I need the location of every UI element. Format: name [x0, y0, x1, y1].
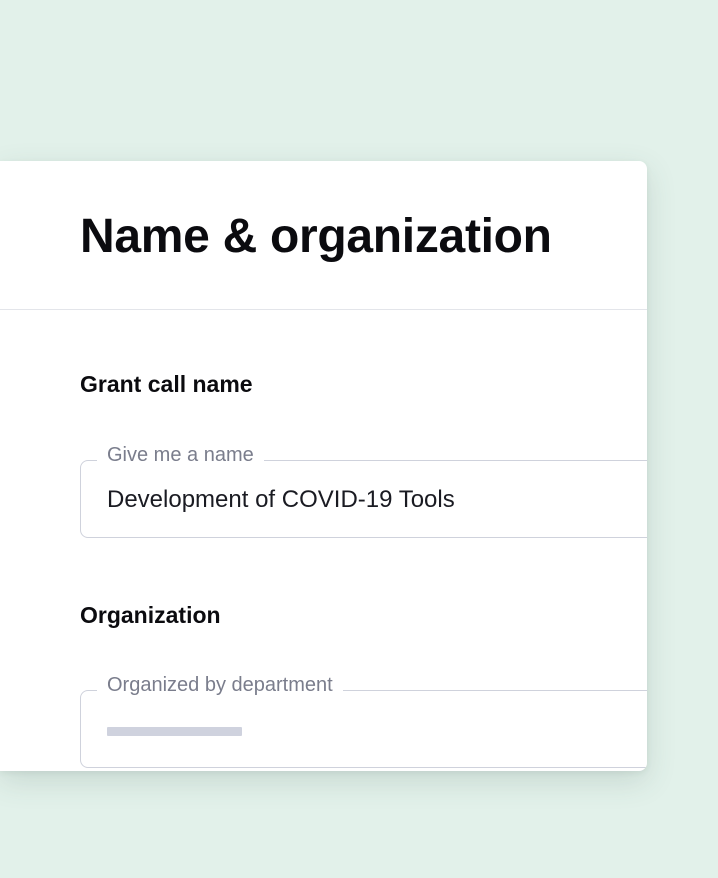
page-title: Name & organization — [80, 210, 552, 263]
card-header: Name & organization — [0, 161, 647, 310]
grant-call-name-field-label: Give me a name — [97, 441, 264, 469]
form-card: Name & organization Grant call name Give… — [0, 161, 647, 771]
grant-call-name-field[interactable]: Give me a name Development of COVID-19 T… — [80, 441, 647, 538]
organization-field[interactable]: Organized by department — [80, 671, 647, 768]
grant-call-name-value[interactable]: Development of COVID-19 Tools — [107, 485, 455, 515]
organization-heading: Organization — [80, 602, 221, 628]
grant-call-name-heading: Grant call name — [80, 371, 253, 397]
organization-field-label: Organized by department — [97, 671, 343, 699]
organization-loading-placeholder — [107, 727, 242, 736]
